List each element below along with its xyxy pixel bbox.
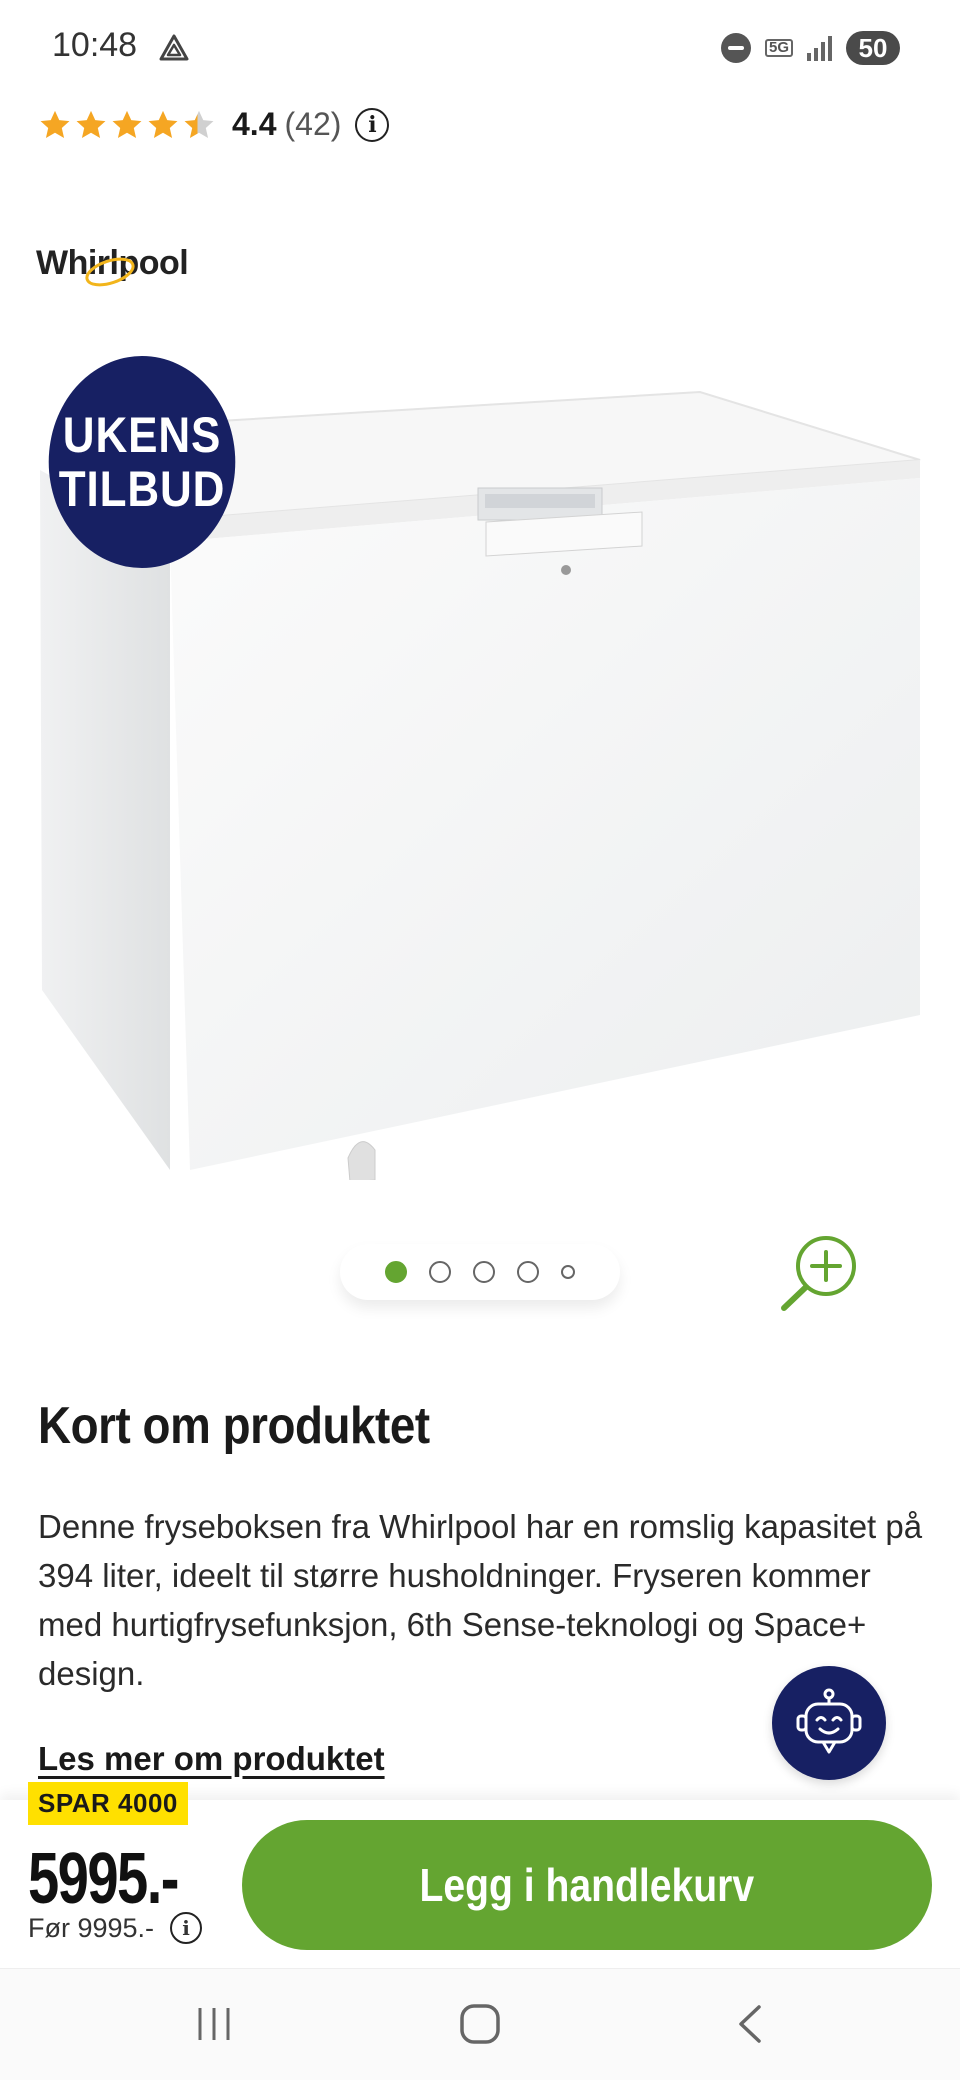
brand-swoosh-icon [85,257,135,287]
add-to-cart-label: Legg i handlekurv [419,1859,755,1911]
chat-assistant-button[interactable] [772,1666,886,1780]
add-to-cart-button[interactable]: Legg i handlekurv [242,1820,932,1950]
before-price: Før 9995.- i [28,1912,203,1944]
weekly-offer-badge: UKENS TILBUD [48,356,236,568]
recent-apps-button[interactable] [184,1999,244,2049]
recent-apps-icon [198,2008,230,2040]
section-description: Denne fryseboksen fra Whirlpool har en r… [38,1508,923,1692]
do-not-disturb-icon [720,33,751,63]
back-button[interactable] [720,1999,780,2049]
star-full-icon [148,110,178,138]
section-title: Kort om produktet [38,1397,430,1455]
rating-value: 4.4 [232,106,277,142]
info-icon[interactable]: i [355,107,390,142]
badge-line-2: TILBUD [58,461,226,517]
status-indicators: 5G 50 [720,28,900,68]
image-carousel-dots [340,1244,620,1300]
star-full-icon [76,110,106,138]
signal-icon [807,35,832,61]
price-info-icon[interactable]: i [170,1912,203,1944]
current-price: 5995.- [28,1839,179,1919]
status-time: 10:48 [52,26,138,64]
home-icon [460,2004,500,2044]
system-nav-bar [0,1968,960,2080]
carousel-dot[interactable] [385,1261,407,1283]
network-type: 5G [764,39,793,57]
carousel-dot[interactable] [517,1261,539,1283]
carousel-dot[interactable] [561,1265,575,1279]
zoom-in-icon[interactable] [778,1230,862,1314]
read-more-link[interactable]: Les mer om produktet [38,1740,385,1778]
badge-line-1: UKENS [62,407,222,463]
home-button[interactable] [450,1999,510,2049]
star-partial-icon [184,110,214,138]
save-badge: SPAR 4000 [28,1782,188,1825]
battery-indicator: 50 [846,31,900,65]
carousel-dot[interactable] [429,1261,451,1283]
robot-icon [796,1688,862,1754]
back-icon [739,2005,761,2043]
star-full-icon [40,110,70,138]
before-price-label: Før 9995.- [28,1912,155,1943]
star-full-icon [112,110,142,138]
product-rating[interactable]: 4.4 (42) i [38,106,390,143]
location-triangle-icon [159,34,189,61]
status-bar: 10:48 5G 50 [0,0,960,100]
rating-stars [38,108,216,142]
carousel-dot[interactable] [473,1261,495,1283]
network-indicator: 5G [764,39,793,57]
rating-count: (42) [284,106,342,142]
